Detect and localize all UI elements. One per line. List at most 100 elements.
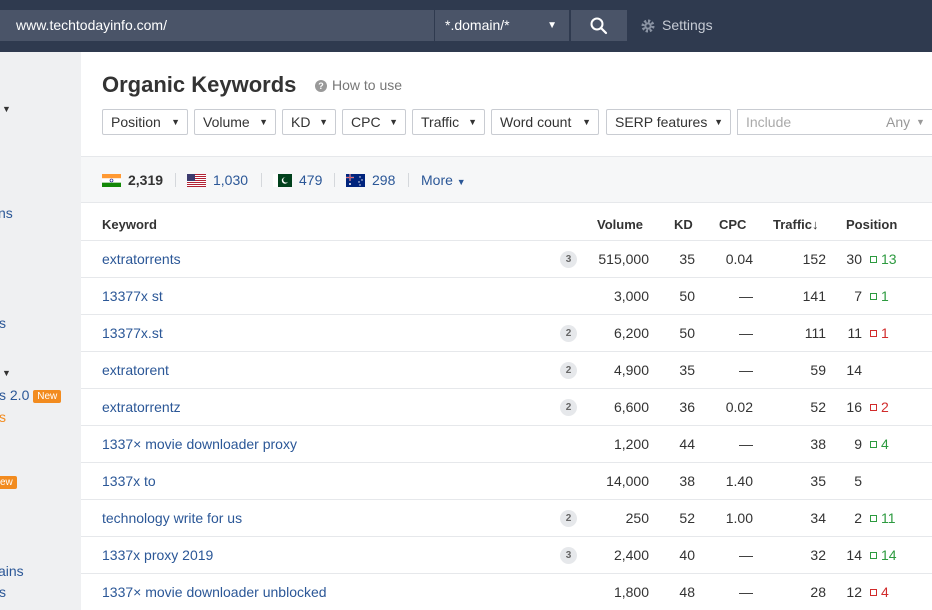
- keyword-link[interactable]: 1337× movie downloader proxy: [102, 436, 297, 452]
- volume-cell: 6,600: [613, 399, 649, 415]
- filter-kd[interactable]: KD ▼: [282, 109, 336, 135]
- serp-features-badge[interactable]: 2: [560, 399, 577, 416]
- include-mode[interactable]: Any: [886, 110, 910, 134]
- position-up-icon: [870, 551, 877, 559]
- country-usa[interactable]: 1,030: [187, 172, 248, 188]
- keyword-link[interactable]: 1337x proxy 2019: [102, 547, 213, 563]
- keyword-link[interactable]: 1337× movie downloader unblocked: [102, 584, 327, 600]
- kd-cell: 50: [679, 325, 695, 341]
- country-pakistan[interactable]: 479: [273, 172, 322, 188]
- position-cell[interactable]: 7: [836, 288, 862, 304]
- position-change: 11: [870, 510, 896, 526]
- include-input[interactable]: Include Any ▼: [737, 109, 932, 135]
- column-header-keyword[interactable]: Keyword: [102, 217, 157, 232]
- chevron-down-icon: ▼: [456, 177, 466, 187]
- position-cell[interactable]: 5: [836, 473, 862, 489]
- sidebar-item[interactable]: ns: [0, 205, 13, 221]
- settings-button[interactable]: Settings: [640, 10, 713, 41]
- table-row: 1337x proxy 2019 3 2,400 40 — 32 14 14: [81, 536, 932, 573]
- mode-select[interactable]: *.domain/* ▼: [434, 10, 569, 41]
- keyword-link[interactable]: extratorent: [102, 362, 169, 378]
- country-india[interactable]: 2,319: [102, 172, 163, 188]
- country-count: 2,319: [128, 172, 164, 188]
- divider: [261, 173, 262, 187]
- volume-cell: 3,000: [613, 288, 649, 304]
- serp-features-badge[interactable]: 2: [560, 362, 577, 379]
- sidebar-item-label: s 2.0: [0, 387, 30, 403]
- position-cell[interactable]: 30: [836, 251, 862, 267]
- sidebar-item[interactable]: s: [0, 409, 6, 425]
- keyword-link[interactable]: extratorrentz: [102, 399, 181, 415]
- position-cell[interactable]: 16: [836, 399, 862, 415]
- chevron-down-icon[interactable]: ▼: [2, 368, 11, 378]
- position-change: 2: [870, 399, 889, 415]
- sidebar-item[interactable]: s 2.0 New: [0, 387, 62, 403]
- filter-volume[interactable]: Volume ▼: [194, 109, 276, 135]
- column-header-kd[interactable]: KD: [674, 217, 693, 232]
- filter-word-count[interactable]: Word count ▼: [491, 109, 599, 135]
- column-header-traffic[interactable]: Traffic↓: [773, 217, 819, 232]
- filter-position[interactable]: Position ▼: [102, 109, 188, 135]
- position-cell[interactable]: 14: [836, 547, 862, 563]
- traffic-cell: 52: [810, 399, 826, 415]
- column-header-position[interactable]: Position: [846, 217, 897, 232]
- divider: [334, 173, 335, 187]
- filter-label: Volume: [203, 114, 250, 130]
- cpc-cell: 0.02: [725, 399, 753, 415]
- chevron-down-icon[interactable]: ▼: [2, 104, 11, 114]
- table-row: extratorrents 3 515,000 35 0.04 152 30 13: [81, 240, 932, 277]
- column-header-cpc[interactable]: CPC: [719, 217, 746, 232]
- country-australia[interactable]: 298: [346, 172, 395, 188]
- traffic-cell: 32: [810, 547, 826, 563]
- position-up-icon: [870, 440, 877, 448]
- keyword-link[interactable]: 13377x st: [102, 288, 163, 304]
- filter-label: Word count: [500, 114, 572, 130]
- chevron-down-icon: ▼: [468, 117, 477, 127]
- pakistan-flag-icon: [273, 174, 292, 187]
- table-row: extratorrentz 2 6,600 36 0.02 52 16 2: [81, 388, 932, 425]
- keyword-link[interactable]: 1337x to: [102, 473, 156, 489]
- position-change-value: 13: [881, 251, 897, 267]
- keyword-link[interactable]: extratorrents: [102, 251, 181, 267]
- filter-label: SERP features: [615, 114, 708, 130]
- kd-cell: 38: [679, 473, 695, 489]
- serp-features-badge[interactable]: 3: [560, 251, 577, 268]
- position-cell[interactable]: 9: [836, 436, 862, 452]
- divider: [175, 173, 176, 187]
- filter-traffic[interactable]: Traffic ▼: [412, 109, 485, 135]
- table-row: 1337× movie downloader unblocked 1,800 48 —…: [81, 573, 932, 610]
- column-header-volume[interactable]: Volume: [597, 217, 643, 232]
- more-countries-button[interactable]: More ▼: [421, 172, 466, 188]
- serp-features-badge[interactable]: 2: [560, 510, 577, 527]
- table-row: extratorent 2 4,900 35 — 59 14: [81, 351, 932, 388]
- search-button[interactable]: [571, 10, 627, 41]
- serp-features-badge[interactable]: 2: [560, 325, 577, 342]
- how-to-use-link[interactable]: ? How to use: [315, 77, 402, 93]
- keyword-link[interactable]: technology write for us: [102, 510, 242, 526]
- position-up-icon: [870, 255, 877, 263]
- sidebar-item[interactable]: ains: [0, 563, 24, 579]
- position-cell[interactable]: 12: [836, 584, 862, 600]
- kd-cell: 40: [679, 547, 695, 563]
- sidebar-item[interactable]: s: [0, 584, 6, 600]
- keyword-link[interactable]: 13377x.st: [102, 325, 163, 341]
- traffic-header-label: Traffic: [773, 217, 813, 232]
- volume-cell: 4,900: [613, 362, 649, 378]
- position-change-value: 1: [881, 288, 889, 304]
- filter-cpc[interactable]: CPC ▼: [342, 109, 406, 135]
- url-input[interactable]: www.techtodayinfo.com/: [0, 10, 434, 41]
- filter-label: CPC: [351, 114, 381, 130]
- position-cell[interactable]: 2: [836, 510, 862, 526]
- position-cell[interactable]: 14: [836, 362, 862, 378]
- divider: [408, 173, 409, 187]
- filter-serp-features[interactable]: SERP features ▼: [606, 109, 731, 135]
- sidebar-item[interactable]: s: [0, 315, 6, 331]
- country-count: 298: [372, 172, 396, 188]
- country-bar: 2,319 1,030 479 298 More ▼: [81, 156, 932, 203]
- sidebar: ▼ ns s ▼ s 2.0 New s ew ains s: [0, 52, 81, 610]
- table-row: 13377x.st 2 6,200 50—111 11 1: [81, 314, 932, 351]
- volume-cell: 515,000: [598, 251, 649, 267]
- cpc-cell: 0.04: [725, 251, 753, 267]
- serp-features-badge[interactable]: 3: [560, 547, 577, 564]
- position-cell[interactable]: 11: [836, 325, 862, 341]
